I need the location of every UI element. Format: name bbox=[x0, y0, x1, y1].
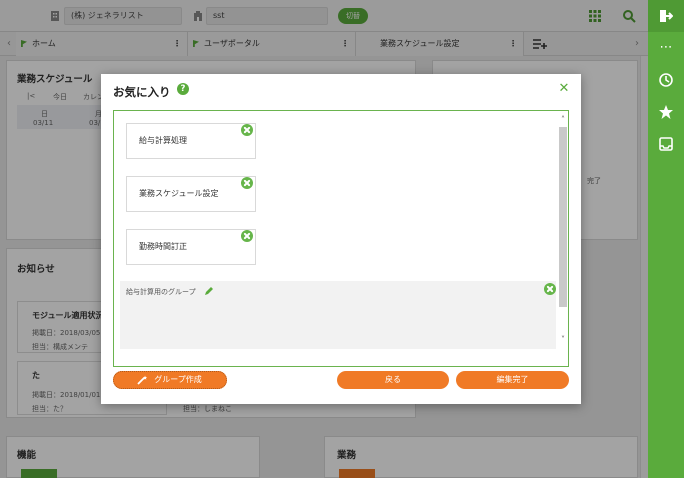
back-button[interactable]: 戻る bbox=[337, 371, 449, 389]
right-sidebar: ⋯ bbox=[648, 32, 684, 478]
favorite-label: 業務スケジュール設定 bbox=[139, 189, 219, 198]
favorite-item[interactable]: 勤務時間訂正 bbox=[126, 229, 256, 265]
close-icon[interactable]: ✕ bbox=[558, 82, 570, 96]
scroll-thumb[interactable] bbox=[559, 127, 567, 307]
favorites-area: 給与計算処理 業務スケジュール設定 勤務時間訂正 給与計算用のグループ ˄ ˅ bbox=[113, 110, 569, 367]
create-group-button[interactable]: グループ作成 bbox=[113, 371, 227, 389]
history-icon[interactable] bbox=[658, 72, 674, 88]
favorite-label: 勤務時間訂正 bbox=[139, 242, 187, 251]
favorites-scrollbar[interactable]: ˄ ˅ bbox=[558, 115, 568, 345]
logout-icon[interactable] bbox=[659, 9, 673, 23]
remove-favorite-icon[interactable] bbox=[241, 124, 253, 136]
remove-favorite-icon[interactable] bbox=[241, 230, 253, 242]
favorite-label: 給与計算処理 bbox=[139, 136, 187, 145]
favorite-item[interactable]: 業務スケジュール設定 bbox=[126, 176, 256, 212]
scroll-down-icon[interactable]: ˅ bbox=[558, 335, 568, 345]
favorite-group[interactable]: 給与計算用のグループ bbox=[120, 281, 556, 349]
dialog-title: お気に入り bbox=[113, 85, 171, 99]
help-icon[interactable]: ? bbox=[177, 83, 189, 95]
group-label: 給与計算用のグループ bbox=[126, 288, 196, 296]
more-icon[interactable]: ⋯ bbox=[658, 40, 674, 56]
favorites-dialog: お気に入り ? ✕ 給与計算処理 業務スケジュール設定 勤務時間訂正 給与計算用… bbox=[101, 74, 581, 404]
remove-group-icon[interactable] bbox=[544, 283, 556, 295]
remove-favorite-icon[interactable] bbox=[241, 177, 253, 189]
inbox-icon[interactable] bbox=[658, 136, 674, 152]
star-icon[interactable] bbox=[658, 104, 674, 120]
scroll-up-icon[interactable]: ˄ bbox=[558, 115, 568, 125]
magic-wand-icon bbox=[137, 375, 147, 385]
done-button[interactable]: 編集完了 bbox=[456, 371, 569, 389]
pencil-icon[interactable] bbox=[204, 286, 214, 296]
favorite-item[interactable]: 給与計算処理 bbox=[126, 123, 256, 159]
logout-area bbox=[648, 0, 684, 32]
